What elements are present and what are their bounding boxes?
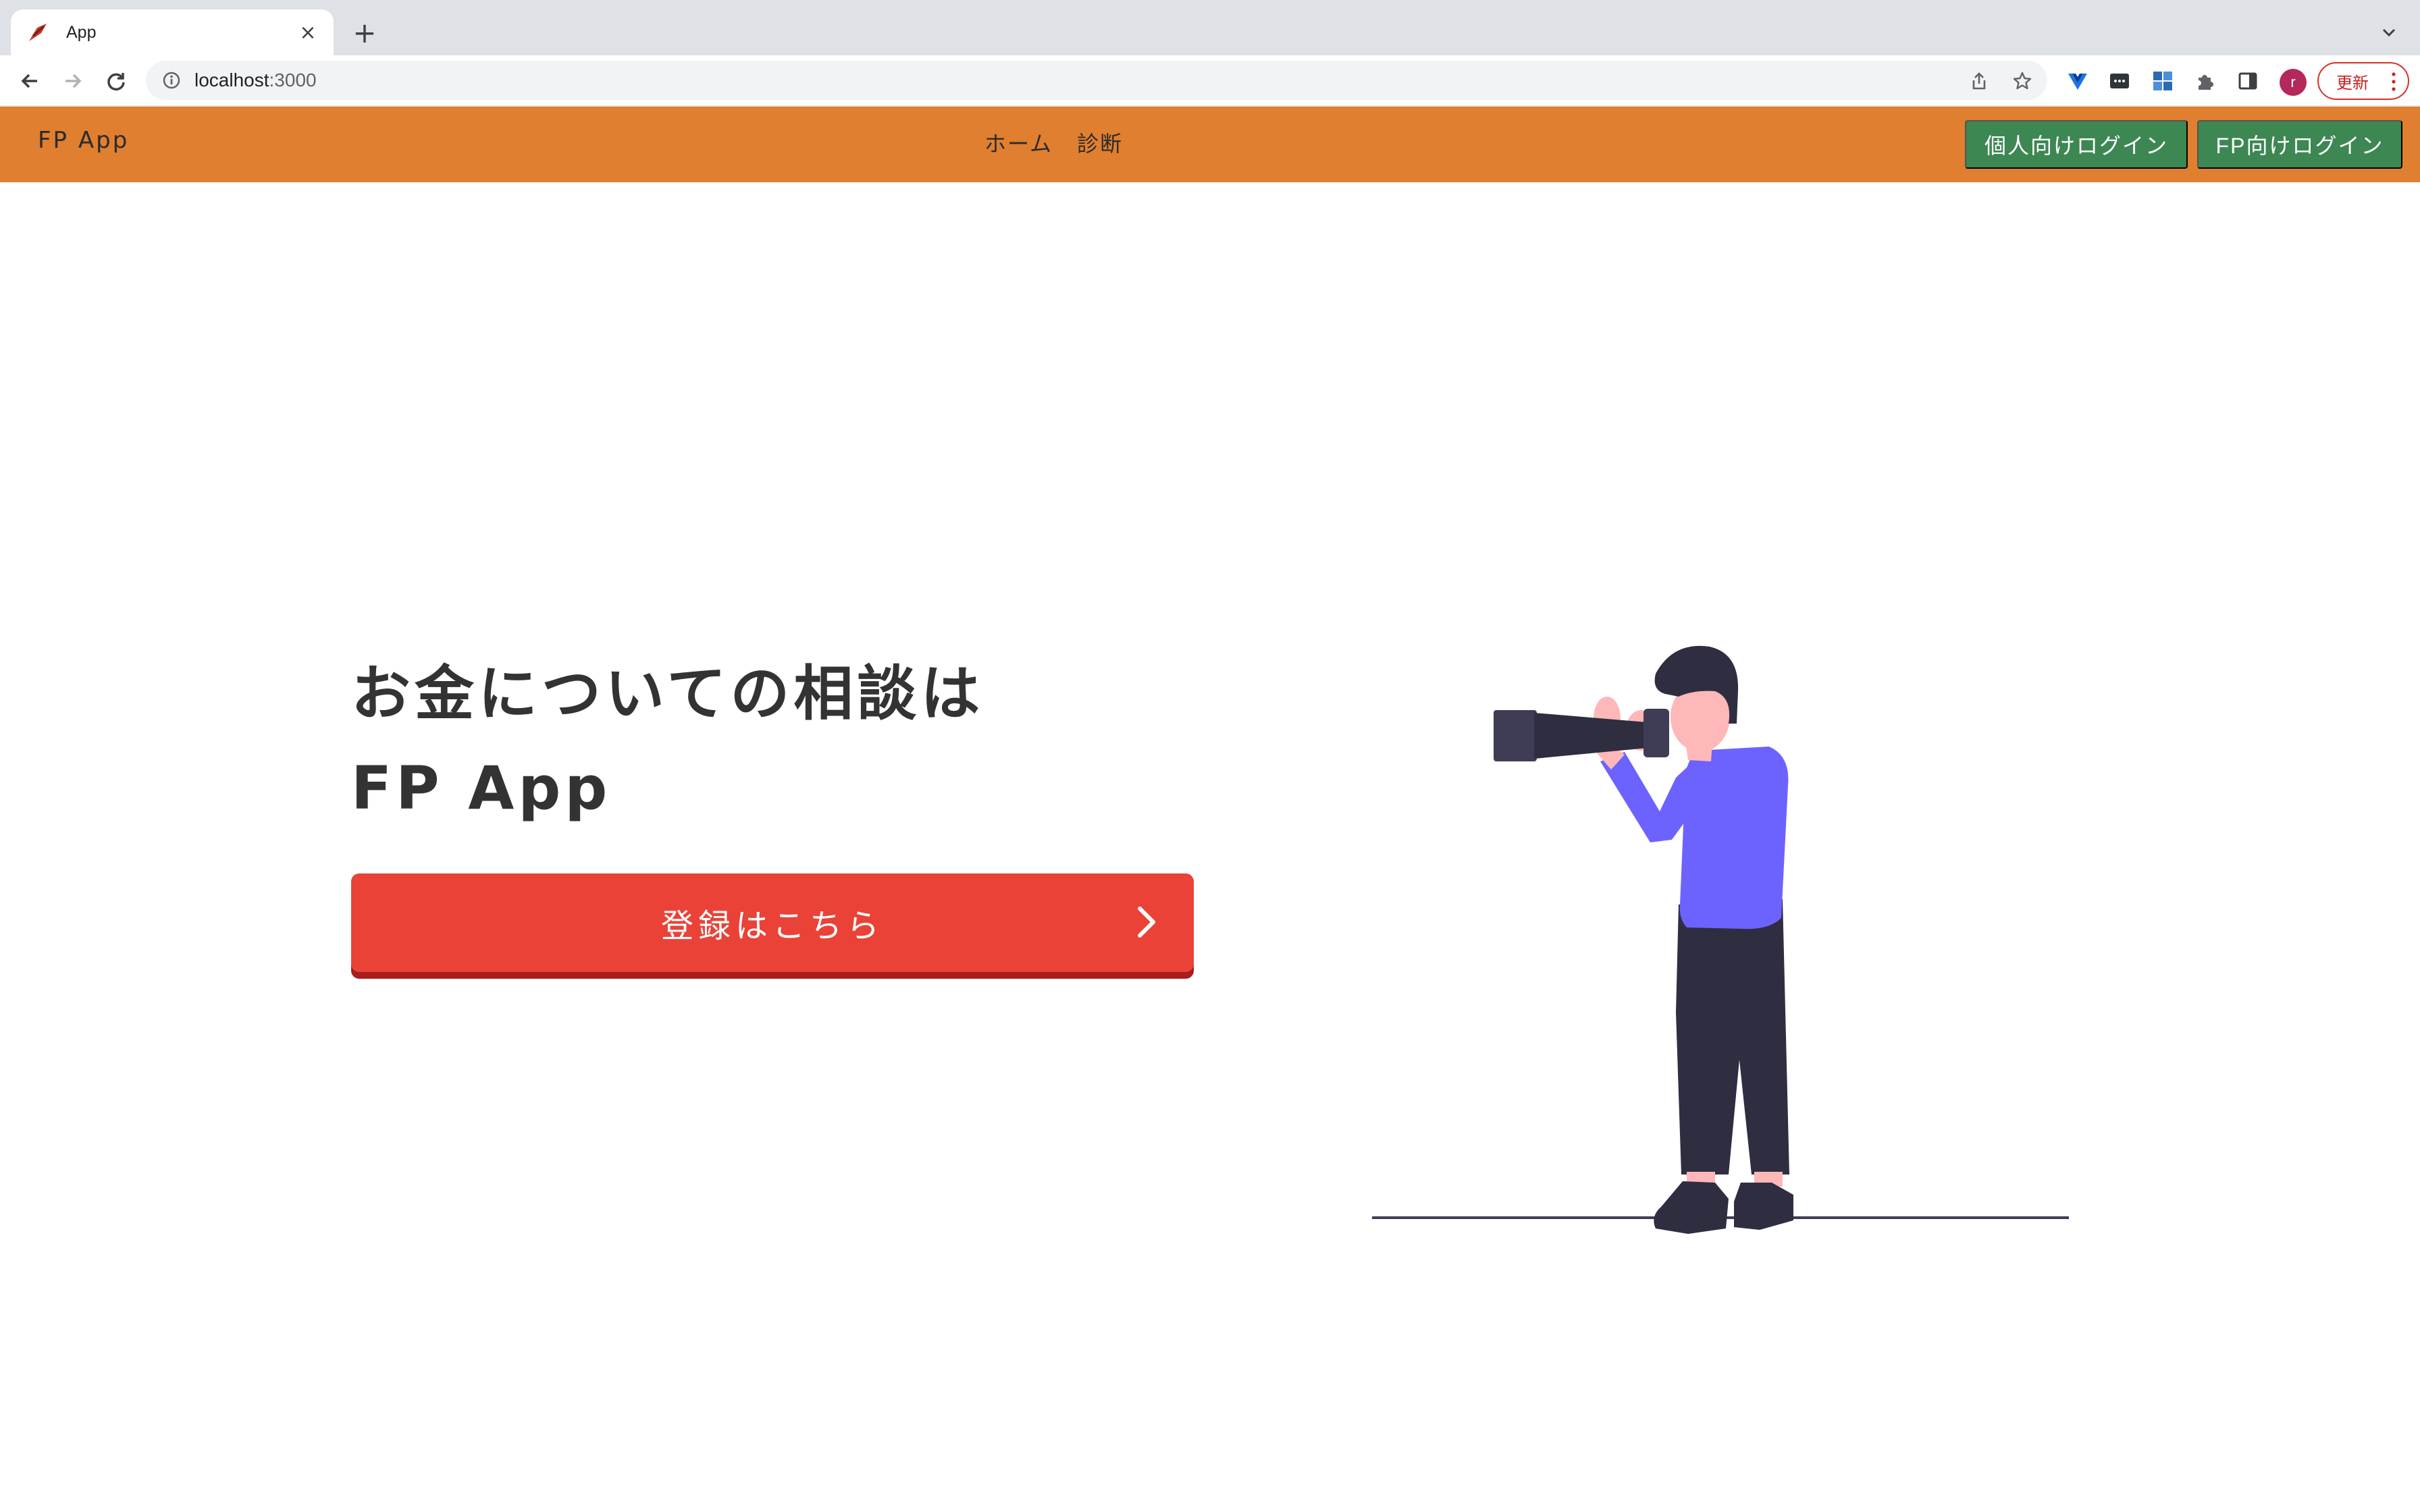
update-label: 更新 <box>2336 73 2369 92</box>
personal-login-button[interactable]: 個人向けログイン <box>1965 120 2188 169</box>
vue-devtools-extension-icon[interactable] <box>2063 67 2092 95</box>
brand-logo-link[interactable]: FP App <box>38 127 129 154</box>
browser-toolbar: localhost:3000 r 更新 <box>0 55 2420 107</box>
tab-close-icon[interactable]: × <box>294 19 321 46</box>
main-nav: ホーム 診断 <box>984 127 1123 158</box>
arm <box>1600 752 1698 842</box>
update-button[interactable]: 更新 <box>2317 62 2409 100</box>
chevron-right-icon <box>1138 907 1155 938</box>
extension-icon[interactable] <box>2192 67 2220 95</box>
grid-extension-icon[interactable] <box>2149 67 2177 95</box>
more-vert-icon <box>2392 72 2396 91</box>
back-arrow-icon[interactable] <box>12 63 47 99</box>
register-button[interactable]: 登録はこちら <box>351 873 1194 972</box>
camera-lens-cap <box>1494 710 1537 761</box>
app-navbar: FP App ホーム 診断 個人向けログイン FP向けログイン <box>0 107 2420 182</box>
photographer-illustration <box>1372 645 2069 1234</box>
browser-tab[interactable]: App × <box>11 9 334 55</box>
left-shoe <box>1654 1181 1729 1234</box>
tab-search-chevron-icon[interactable] <box>2375 19 2402 46</box>
side-panel-icon[interactable] <box>2234 67 2262 95</box>
camera-body <box>1643 709 1669 757</box>
nav-link-diagnosis[interactable]: 診断 <box>1077 127 1123 158</box>
url-text: localhost:3000 <box>194 70 317 91</box>
new-tab-button[interactable]: + <box>348 16 381 49</box>
profile-avatar[interactable]: r <box>2280 69 2307 96</box>
password-manager-extension-icon[interactable] <box>2105 67 2134 95</box>
fp-login-button[interactable]: FP向けログイン <box>2197 120 2402 169</box>
app-favicon-icon <box>26 20 50 45</box>
hero-title-line2: FP App <box>351 753 612 823</box>
tab-title: App <box>66 22 97 42</box>
forward-arrow-icon[interactable] <box>55 63 90 99</box>
url-port: :3000 <box>269 70 317 90</box>
star-icon[interactable] <box>2008 67 2036 95</box>
right-shoe <box>1734 1183 1793 1230</box>
browser-tab-strip: App × + <box>0 0 2420 55</box>
address-bar[interactable]: localhost:3000 <box>146 61 2047 100</box>
reload-icon[interactable] <box>99 63 134 99</box>
hero-title-line1: お金についての相談は <box>351 659 984 728</box>
register-button-label: 登録はこちら <box>660 907 884 945</box>
trousers <box>1676 899 1789 1174</box>
hero-title: お金についての相談は FP App <box>351 647 984 836</box>
share-icon[interactable] <box>1965 67 1993 95</box>
nav-link-home[interactable]: ホーム <box>984 127 1053 158</box>
url-host: localhost <box>194 70 269 90</box>
info-icon[interactable] <box>161 70 182 91</box>
